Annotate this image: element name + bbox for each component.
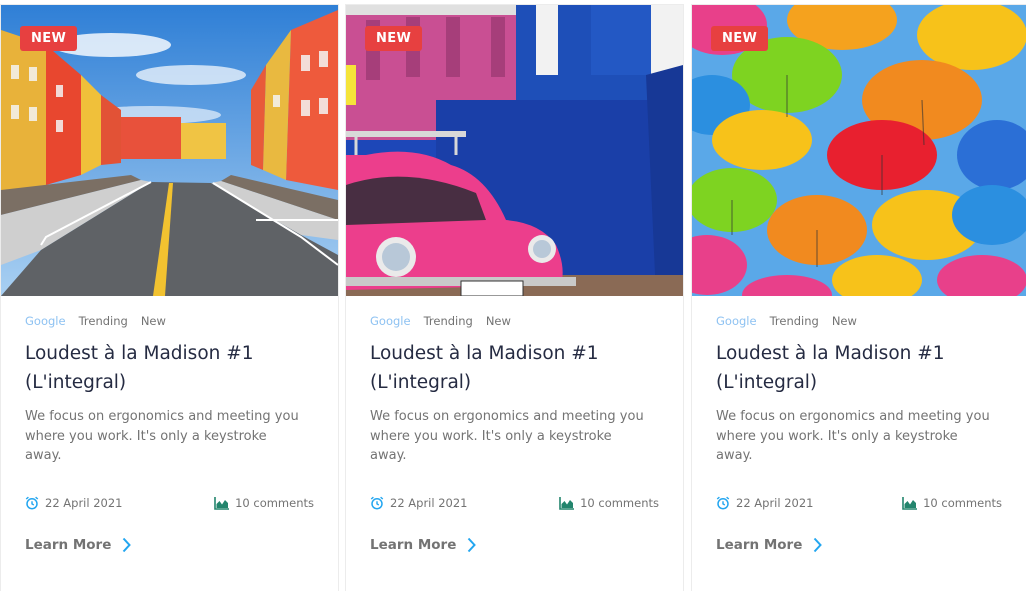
tag-list: Google Trending New	[716, 314, 1006, 328]
card-body: Google Trending New Loudest à la Madison…	[716, 314, 1006, 466]
post-date-text: 22 April 2021	[390, 496, 468, 510]
card-description: We focus on ergonomics and meeting you w…	[716, 409, 990, 463]
card-title-line-1: Loudest à la Madison #1	[25, 343, 254, 364]
tag-list: Google Trending New	[25, 314, 318, 328]
tag-list: Google Trending New	[370, 314, 663, 328]
area-chart-icon	[902, 496, 918, 510]
tag-trending[interactable]: Trending	[770, 314, 819, 328]
new-badge: NEW	[711, 26, 769, 51]
new-badge: NEW	[365, 26, 423, 51]
post-date: 22 April 2021	[716, 496, 814, 510]
blog-card[interactable]: NEW Google Trending New Loudest à la Mad…	[692, 5, 1026, 591]
blog-card-grid: NEW Google Trending New Loudest à la Mad…	[0, 0, 1026, 591]
card-meta: 22 April 2021 10 comments	[716, 494, 1002, 512]
card-image[interactable]: NEW	[346, 5, 683, 296]
tag-google[interactable]: Google	[716, 314, 757, 328]
card-title-line-1: Loudest à la Madison #1	[370, 343, 599, 364]
alarm-clock-icon	[25, 496, 39, 510]
comment-count[interactable]: 10 comments	[559, 496, 659, 510]
learn-more-link[interactable]: Learn More	[370, 537, 477, 553]
chevron-right-icon	[814, 537, 823, 553]
comment-count-text: 10 comments	[923, 496, 1002, 510]
blog-card[interactable]: NEW Google Trending New Loudest à la Mad…	[346, 5, 683, 591]
card-title-line-2: (L'integral)	[716, 372, 818, 393]
comment-count-text: 10 comments	[580, 496, 659, 510]
blog-card[interactable]: NEW Google Trending New Loudest à la Mad…	[1, 5, 338, 591]
post-date: 22 April 2021	[25, 496, 123, 510]
card-meta: 22 April 2021 10 comments	[25, 494, 314, 512]
area-chart-icon	[559, 496, 575, 510]
card-title-line-2: (L'integral)	[25, 372, 127, 393]
card-body: Google Trending New Loudest à la Madison…	[25, 314, 318, 466]
post-date-text: 22 April 2021	[45, 496, 123, 510]
learn-more-label: Learn More	[716, 537, 803, 553]
card-image[interactable]: NEW	[1, 5, 338, 296]
new-badge: NEW	[20, 26, 78, 51]
card-description: We focus on ergonomics and meeting you w…	[25, 409, 299, 463]
card-description: We focus on ergonomics and meeting you w…	[370, 409, 644, 463]
alarm-clock-icon	[716, 496, 730, 510]
chevron-right-icon	[468, 537, 477, 553]
learn-more-link[interactable]: Learn More	[716, 537, 823, 553]
tag-trending[interactable]: Trending	[79, 314, 128, 328]
chevron-right-icon	[123, 537, 132, 553]
card-title[interactable]: Loudest à la Madison #1 (L'integral)	[370, 339, 663, 397]
comment-count-text: 10 comments	[235, 496, 314, 510]
card-title[interactable]: Loudest à la Madison #1 (L'integral)	[716, 339, 1006, 397]
tag-google[interactable]: Google	[25, 314, 66, 328]
learn-more-label: Learn More	[370, 537, 457, 553]
card-title-line-2: (L'integral)	[370, 372, 472, 393]
post-date-text: 22 April 2021	[736, 496, 814, 510]
area-chart-icon	[214, 496, 230, 510]
alarm-clock-icon	[370, 496, 384, 510]
tag-new[interactable]: New	[486, 314, 511, 328]
card-meta: 22 April 2021 10 comments	[370, 494, 659, 512]
card-body: Google Trending New Loudest à la Madison…	[370, 314, 663, 466]
tag-new[interactable]: New	[141, 314, 166, 328]
post-date: 22 April 2021	[370, 496, 468, 510]
comment-count[interactable]: 10 comments	[902, 496, 1002, 510]
learn-more-label: Learn More	[25, 537, 112, 553]
card-title-line-1: Loudest à la Madison #1	[716, 343, 945, 364]
tag-trending[interactable]: Trending	[424, 314, 473, 328]
card-image[interactable]: NEW	[692, 5, 1026, 296]
card-title[interactable]: Loudest à la Madison #1 (L'integral)	[25, 339, 318, 397]
tag-google[interactable]: Google	[370, 314, 411, 328]
tag-new[interactable]: New	[832, 314, 857, 328]
learn-more-link[interactable]: Learn More	[25, 537, 132, 553]
comment-count[interactable]: 10 comments	[214, 496, 314, 510]
